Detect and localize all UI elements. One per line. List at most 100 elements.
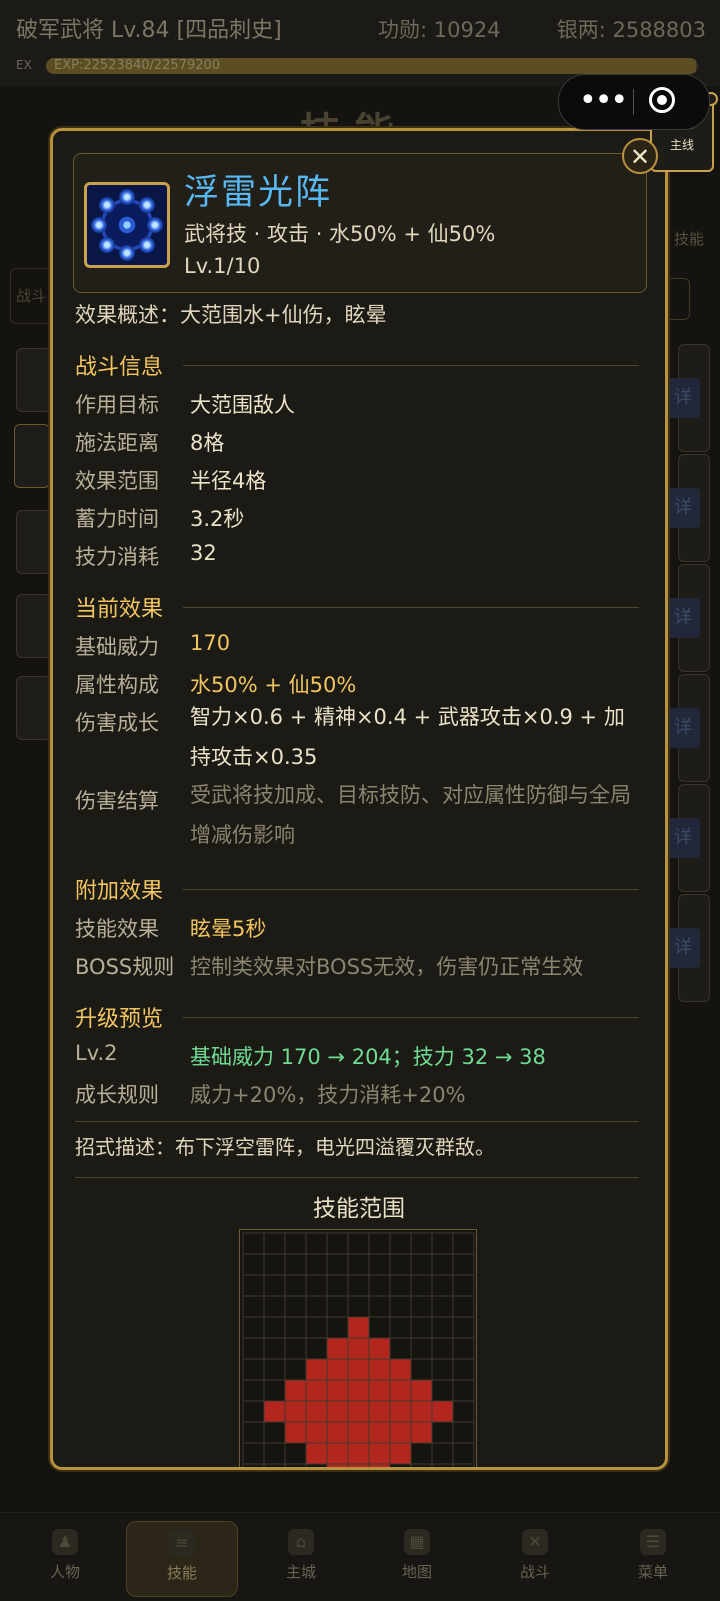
orb: [147, 217, 163, 233]
skill-list-icon[interactable]: [14, 424, 50, 488]
grid-cell: [284, 1232, 307, 1255]
range-area-cell: [326, 1379, 349, 1402]
grid-cell: [410, 1337, 433, 1360]
tab-battle[interactable]: 战斗: [10, 268, 52, 324]
grid-cell: [263, 1421, 286, 1444]
detail-button[interactable]: 详: [666, 378, 700, 418]
range-area-cell: [347, 1316, 370, 1339]
range-area-cell: [368, 1358, 391, 1381]
section-divider: [183, 365, 639, 366]
grid-cell: [242, 1442, 265, 1465]
range-area-cell: [410, 1379, 433, 1402]
grid-cell: [389, 1463, 412, 1467]
row-value: 基础威力 170 → 204；技力 32 → 38: [190, 1045, 546, 1069]
row-value: 大范围敌人: [190, 393, 295, 417]
range-area-cell: [347, 1358, 370, 1381]
grid-cell: [284, 1463, 307, 1467]
grid-cell: [452, 1316, 475, 1339]
range-area-cell: [389, 1442, 412, 1465]
range-area-cell: [389, 1400, 412, 1423]
section-title-extra: 附加效果: [75, 879, 164, 904]
grid-cell: [242, 1379, 265, 1402]
range-area-cell: [410, 1421, 433, 1444]
grid-cell: [263, 1316, 286, 1339]
grid-cell: [284, 1295, 307, 1318]
row-label: 成长规则: [75, 1083, 159, 1107]
grid-cell: [263, 1337, 286, 1360]
target-icon[interactable]: [649, 87, 675, 113]
nav-city[interactable]: ⌂ 主城: [246, 1521, 356, 1595]
row-value: 32: [190, 541, 217, 565]
exp-bar: EXP:22523840/22579200: [46, 58, 698, 74]
row-label: Lv.2: [75, 1041, 118, 1065]
grid-cell: [410, 1442, 433, 1465]
grid-cell: [242, 1400, 265, 1423]
nav-map[interactable]: ▦ 地图: [362, 1521, 472, 1595]
range-area-cell: [263, 1400, 286, 1423]
orb: [91, 217, 107, 233]
grid-cell: [263, 1442, 286, 1465]
close-icon: ✕: [629, 143, 651, 171]
miniprogram-capsule: •••: [558, 74, 710, 130]
row-value: 眩晕5秒: [190, 917, 267, 941]
row-label: 技力消耗: [75, 545, 159, 569]
skill-list-icon[interactable]: [16, 676, 52, 740]
tab-skills[interactable]: 技能: [674, 228, 704, 249]
range-area-cell: [347, 1442, 370, 1465]
grid-cell: [389, 1253, 412, 1276]
nav-battle[interactable]: ✕ 战斗: [480, 1521, 590, 1595]
range-area-cell: [326, 1463, 349, 1467]
nav-character[interactable]: ♟ 人物: [10, 1521, 120, 1595]
row-value: 控制类效果对BOSS无效，伤害仍正常生效: [190, 955, 584, 979]
detail-button[interactable]: 详: [666, 928, 700, 968]
range-area-cell: [305, 1442, 328, 1465]
skill-list-icon[interactable]: [16, 594, 52, 658]
grid-cell: [368, 1232, 391, 1255]
grid-cell: [347, 1253, 370, 1276]
more-dots-icon[interactable]: •••: [579, 81, 628, 121]
orb: [99, 237, 115, 253]
range-title: 技能范围: [313, 1196, 405, 1222]
skill-list-icon[interactable]: [16, 348, 52, 412]
grid-cell: [305, 1463, 328, 1467]
grid-cell: [347, 1274, 370, 1297]
grid-cell: [305, 1232, 328, 1255]
grid-cell: [263, 1463, 286, 1467]
detail-button[interactable]: 详: [666, 598, 700, 638]
orb: [119, 245, 135, 261]
grid-cell: [242, 1274, 265, 1297]
range-area-cell: [284, 1400, 307, 1423]
grid-cell: [389, 1274, 412, 1297]
nav-menu[interactable]: ☰ 菜单: [598, 1521, 708, 1595]
range-area-cell: [347, 1379, 370, 1402]
grid-cell: [242, 1295, 265, 1318]
grid-cell: [431, 1379, 454, 1402]
detail-button[interactable]: 详: [666, 488, 700, 528]
range-area-cell: [305, 1358, 328, 1381]
grid-cell: [389, 1337, 412, 1360]
grid-cell: [431, 1295, 454, 1318]
row-value: 半径4格: [190, 469, 267, 493]
range-area-cell: [347, 1337, 370, 1360]
skill-name: 浮雷光阵: [184, 173, 333, 213]
capsule-divider: [633, 89, 634, 115]
detail-button[interactable]: 详: [666, 818, 700, 858]
nav-label: 菜单: [637, 1563, 668, 1581]
detail-button[interactable]: 详: [666, 708, 700, 748]
section-title-battle: 战斗信息: [75, 355, 164, 380]
range-area-cell: [368, 1337, 391, 1360]
nav-label: 地图: [401, 1563, 432, 1581]
grid-cell: [284, 1358, 307, 1381]
skill-list-icon[interactable]: [16, 510, 52, 574]
range-area-cell: [389, 1379, 412, 1402]
nav-skills[interactable]: ≡ 技能: [126, 1521, 238, 1597]
range-area-cell: [326, 1358, 349, 1381]
grid-cell: [452, 1295, 475, 1318]
grid-cell: [431, 1253, 454, 1276]
range-area-cell: [389, 1358, 412, 1381]
close-button[interactable]: ✕: [622, 138, 658, 174]
grid-cell: [326, 1295, 349, 1318]
grid-cell: [305, 1337, 328, 1360]
grid-cell: [368, 1316, 391, 1339]
grid-cell: [410, 1232, 433, 1255]
